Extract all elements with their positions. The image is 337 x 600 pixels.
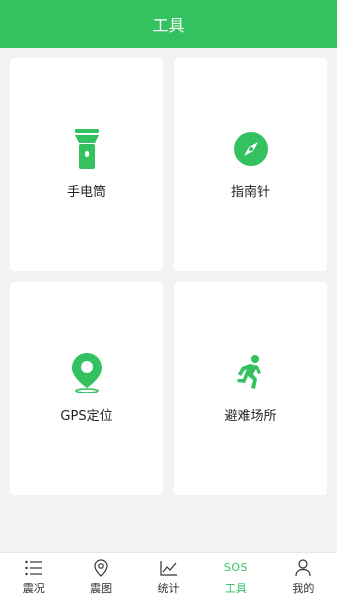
tab-label: 震图: [90, 581, 113, 595]
tool-card-compass[interactable]: 指南针: [174, 58, 327, 271]
app-header: 工具: [0, 0, 337, 48]
list-icon: [25, 558, 43, 578]
sos-icon: SOS: [224, 558, 248, 578]
user-icon: [295, 558, 311, 578]
sos-icon-text: SOS: [223, 561, 248, 574]
tab-tools[interactable]: SOS 工具: [202, 553, 269, 600]
map-pin-icon: [94, 558, 108, 578]
page-title: 工具: [152, 16, 185, 35]
tab-label: 震况: [22, 581, 45, 595]
tab-profile[interactable]: 我的: [270, 553, 337, 600]
tab-label: 我的: [292, 581, 315, 595]
tools-grid: 手电筒 指南针 GPS定位 避难场所: [10, 58, 327, 495]
bottom-tab-bar: 震况 震图 统计 SOS 工具 我的: [0, 552, 337, 600]
tab-statistics[interactable]: 统计: [135, 553, 202, 600]
compass-icon: [231, 129, 271, 169]
tool-label: 避难场所: [224, 409, 277, 424]
location-pin-icon: [67, 353, 107, 393]
tab-label: 工具: [224, 581, 247, 595]
flashlight-icon: [67, 129, 107, 169]
running-person-icon: [231, 353, 271, 393]
tab-quake-map[interactable]: 震图: [67, 553, 134, 600]
tab-quake-status[interactable]: 震况: [0, 553, 67, 600]
chart-icon: [159, 558, 178, 578]
tool-label: GPS定位: [60, 409, 113, 424]
tool-label: 手电筒: [66, 185, 106, 200]
tool-card-gps[interactable]: GPS定位: [10, 282, 163, 495]
tool-card-shelter[interactable]: 避难场所: [174, 282, 327, 495]
tab-label: 统计: [157, 581, 180, 595]
tool-card-flashlight[interactable]: 手电筒: [10, 58, 163, 271]
tool-label: 指南针: [230, 185, 270, 200]
